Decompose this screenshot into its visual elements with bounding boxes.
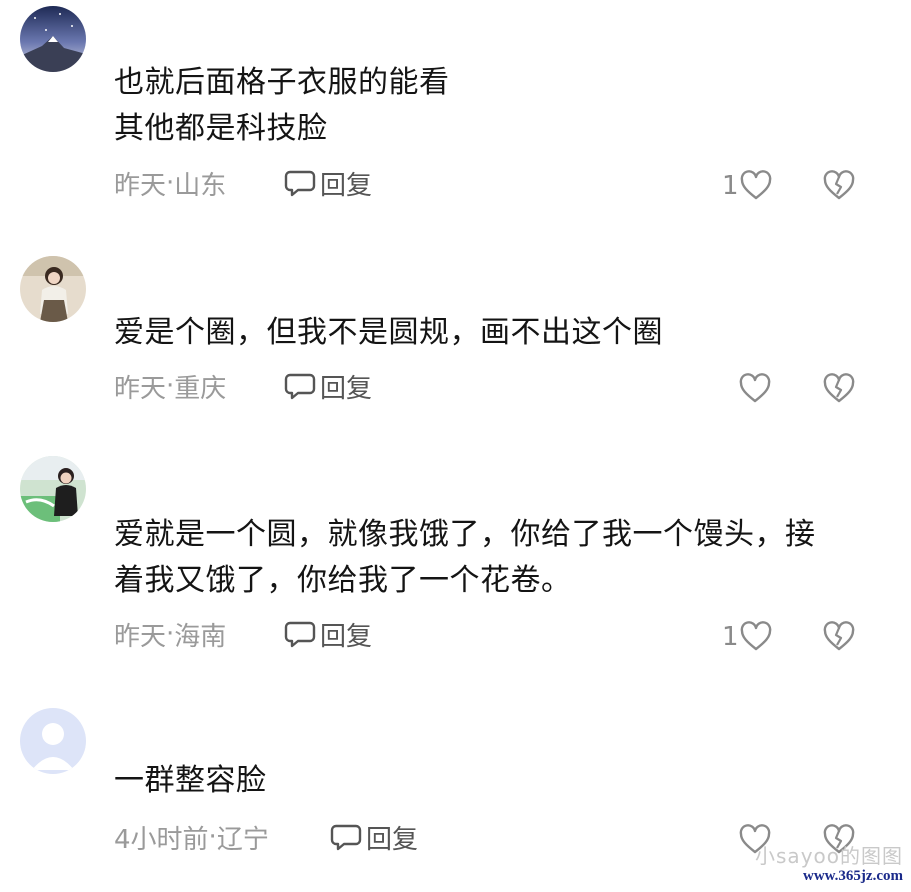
watermark: 小sayoo的图图 www.365jz.com [755,846,903,886]
meta-separator: · [166,371,175,401]
default-user-icon [20,708,86,774]
comment-time: 昨天 [114,373,167,404]
like-count: 1 [722,171,739,201]
comment-meta: 昨天 · 山东 [114,163,226,203]
like-button[interactable] [738,369,772,409]
heart-outline-icon [739,373,771,403]
avatar-person-photo [20,256,86,322]
reply-button[interactable]: 回复 [330,817,418,857]
like-button[interactable]: 1 [722,617,773,657]
comment-location: 重庆 [174,373,227,404]
like-button[interactable]: 1 [722,166,773,206]
comment-time: 昨天 [114,621,167,652]
comment-time: 4小时前 [114,824,209,855]
comment-meta: 昨天 · 重庆 [114,366,226,406]
broken-heart-icon [823,621,855,651]
dislike-button[interactable] [822,166,856,206]
speech-bubble-icon [284,373,316,400]
comment-text: 一群整容脸 [114,763,267,798]
dislike-button[interactable] [822,369,856,409]
comment-time: 昨天 [114,170,167,201]
watermark-site: www.365jz.com [803,868,903,884]
comment-location: 海南 [174,621,227,652]
comment-meta: 4小时前 · 辽宁 [114,817,269,857]
reply-label: 回复 [366,824,419,855]
reply-label: 回复 [320,373,373,404]
heart-outline-icon [740,170,771,200]
comment-meta: 昨天 · 海南 [114,614,226,654]
reply-button[interactable]: 回复 [284,366,372,406]
meta-separator: · [166,168,175,198]
heart-outline-icon [740,621,771,651]
comment-text: 爱就是一个圆，就像我饿了，你给了我一个馒头，接 着我又饿了，你给我了一个花卷。 [114,517,816,598]
reply-label: 回复 [320,170,373,201]
like-count: 1 [722,622,739,652]
avatar-night-sky-image [20,6,86,72]
broken-heart-icon [823,170,855,200]
comment-location: 辽宁 [216,824,269,855]
reply-button[interactable]: 回复 [284,614,372,654]
speech-bubble-icon [284,621,316,648]
avatar-person-photo [20,456,86,522]
comment-text: 爱是个圈，但我不是圆规，画不出这个圈 [114,315,663,350]
speech-bubble-icon [330,824,362,851]
dislike-button[interactable] [822,617,856,657]
reply-button[interactable]: 回复 [284,163,372,203]
reply-label: 回复 [320,621,373,652]
avatar[interactable] [20,6,86,72]
meta-separator: · [208,822,217,852]
meta-separator: · [166,619,175,649]
broken-heart-icon [823,373,855,403]
speech-bubble-icon [284,170,316,197]
watermark-author: 小sayoo的图图 [755,844,903,868]
avatar[interactable] [20,708,86,774]
avatar[interactable] [20,256,86,322]
comment-text: 也就后面格子衣服的能看 其他都是科技脸 [114,65,450,146]
avatar[interactable] [20,456,86,522]
comment-location: 山东 [174,170,227,201]
